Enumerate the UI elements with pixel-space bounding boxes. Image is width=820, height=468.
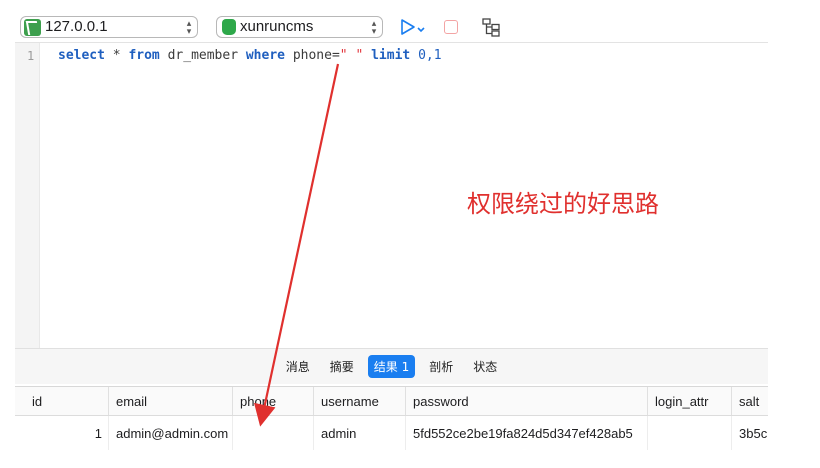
sql-keyword: from bbox=[128, 48, 160, 63]
sql-text: * bbox=[104, 48, 129, 63]
database-label: xunruncms bbox=[240, 18, 314, 35]
tab-messages[interactable]: 消息 bbox=[280, 355, 316, 378]
cell-phone[interactable] bbox=[233, 416, 314, 450]
sql-table: dr_member bbox=[159, 48, 246, 63]
cell-id[interactable]: 1 bbox=[25, 416, 109, 450]
sql-field: phone= bbox=[285, 48, 340, 63]
column-header-id[interactable]: id bbox=[25, 387, 109, 415]
connection-label: 127.0.0.1 bbox=[45, 18, 108, 35]
tab-status[interactable]: 状态 bbox=[467, 355, 503, 378]
cell-email[interactable]: admin@admin.com bbox=[109, 416, 233, 450]
cell-password[interactable]: 5fd552ce2be19fa824d5d347ef428ab5 bbox=[406, 416, 648, 450]
structure-icon[interactable] bbox=[480, 16, 502, 38]
toolbar: 127.0.0.1 ▴ ▾ xunruncms ▴ ▾ bbox=[0, 0, 768, 42]
results-grid: id email phone username password login_a… bbox=[15, 386, 768, 468]
line-number: 1 bbox=[27, 49, 35, 63]
up-down-chevron-icon: ▴ ▾ bbox=[371, 18, 377, 36]
annotation-text: 权限绕过的好思路 bbox=[467, 190, 659, 218]
tab-summary[interactable]: 摘要 bbox=[324, 355, 360, 378]
cell-login-attr[interactable] bbox=[648, 416, 732, 450]
tab-profile[interactable]: 剖析 bbox=[423, 355, 459, 378]
table-row[interactable]: 1 admin@admin.com admin 5fd552ce2be19fa8… bbox=[15, 416, 768, 450]
cell-username[interactable]: admin bbox=[314, 416, 406, 450]
run-icon[interactable] bbox=[398, 16, 426, 38]
column-header-password[interactable]: password bbox=[406, 387, 648, 415]
connection-icon bbox=[24, 18, 41, 36]
up-down-chevron-icon: ▴ ▾ bbox=[186, 18, 192, 36]
database-icon bbox=[222, 19, 236, 35]
column-header-username[interactable]: username bbox=[314, 387, 406, 415]
table-header: id email phone username password login_a… bbox=[15, 387, 768, 416]
column-header-email[interactable]: email bbox=[109, 387, 233, 415]
sql-query[interactable]: select * from dr_member where phone=" " … bbox=[58, 48, 442, 63]
sql-keyword: select bbox=[58, 48, 105, 63]
stop-icon[interactable] bbox=[442, 16, 460, 38]
database-select[interactable]: xunruncms ▴ ▾ bbox=[216, 16, 383, 38]
connection-select[interactable]: 127.0.0.1 ▴ ▾ bbox=[20, 16, 198, 38]
result-tabs: 消息 摘要 结果 1 剖析 状态 bbox=[15, 348, 768, 384]
column-header-phone[interactable]: phone bbox=[233, 387, 314, 415]
sql-number: 0,1 bbox=[418, 48, 442, 63]
column-header-salt[interactable]: salt bbox=[732, 387, 768, 415]
sql-keyword: where bbox=[245, 48, 285, 63]
cell-salt[interactable]: 3b5c bbox=[732, 416, 768, 450]
sql-string: " " bbox=[339, 48, 364, 63]
sql-keyword: limit bbox=[363, 48, 419, 63]
line-gutter bbox=[15, 43, 40, 348]
tab-result-1[interactable]: 结果 1 bbox=[367, 355, 416, 378]
column-header-login-attr[interactable]: login_attr bbox=[648, 387, 732, 415]
